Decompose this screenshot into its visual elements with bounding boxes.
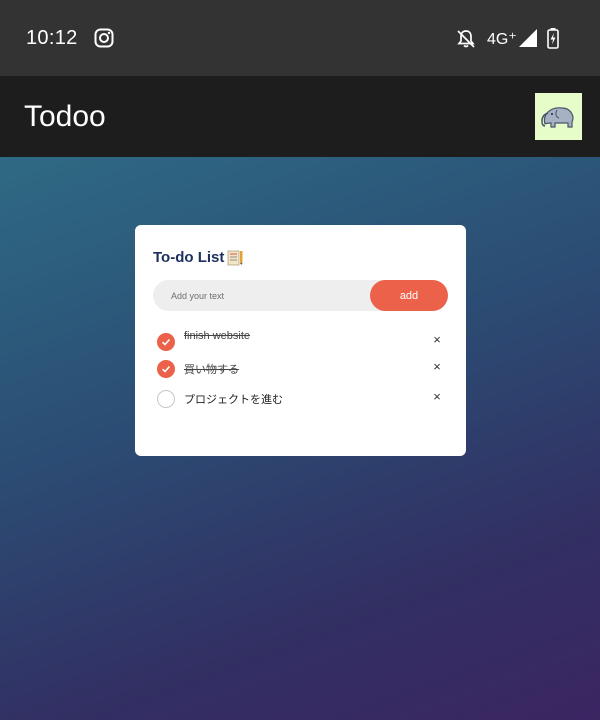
card-title: To-do List xyxy=(153,249,225,266)
todo-card: To-do List add finish website × 買い物する × xyxy=(135,225,466,456)
todo-label: finish website xyxy=(184,330,251,342)
todo-checkbox-unchecked[interactable] xyxy=(157,390,175,408)
list-item: 買い物する × xyxy=(157,358,447,380)
check-icon xyxy=(161,338,171,346)
instagram-icon xyxy=(94,28,114,48)
app-title: Todoo xyxy=(24,100,106,133)
delete-icon[interactable]: × xyxy=(431,333,443,347)
status-time: 10:12 xyxy=(26,27,78,49)
battery-charging-icon xyxy=(547,28,559,49)
delete-icon[interactable]: × xyxy=(431,360,443,374)
todo-checkbox-checked[interactable] xyxy=(157,360,175,378)
notifications-off-icon xyxy=(457,30,475,48)
check-icon xyxy=(161,365,171,373)
list-item: プロジェクトを進む × xyxy=(157,388,447,410)
network-type: 4G⁺ xyxy=(487,31,517,48)
todo-label: プロジェクトを進む xyxy=(184,394,283,406)
todo-label: 買い物する xyxy=(184,364,239,376)
add-button[interactable]: add xyxy=(370,280,448,311)
signal-icon xyxy=(519,29,537,47)
avatar[interactable] xyxy=(535,93,582,140)
status-bar: 10:12 4G⁺ xyxy=(0,0,600,76)
elephant-icon xyxy=(541,107,574,128)
notepad-icon xyxy=(227,250,243,266)
delete-icon[interactable]: × xyxy=(431,390,443,404)
todo-checkbox-checked[interactable] xyxy=(157,333,175,351)
add-todo-row: add xyxy=(153,280,448,311)
list-item: finish website × xyxy=(157,330,447,353)
app-bar: Todoo xyxy=(0,76,600,157)
